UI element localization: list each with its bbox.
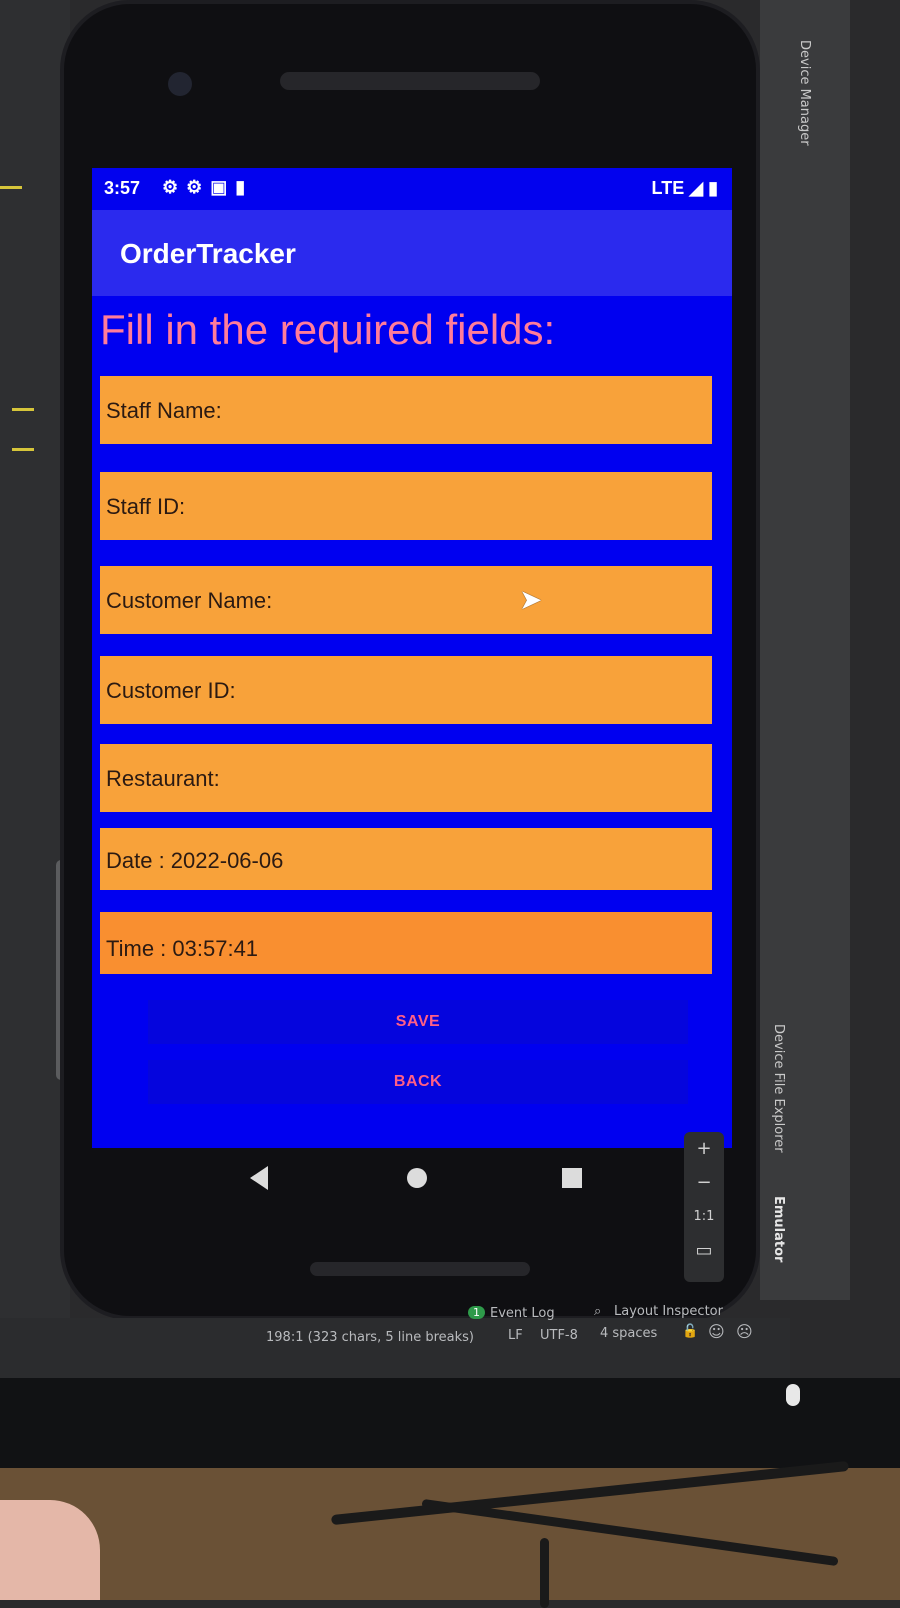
signal-icon: ◢ xyxy=(689,178,704,198)
nav-back-icon[interactable] xyxy=(250,1166,268,1190)
staff-name-field[interactable]: Staff Name: xyxy=(100,376,712,444)
gutter-marker xyxy=(12,408,34,411)
desk-surface xyxy=(0,1460,900,1608)
network-type: LTE xyxy=(651,178,685,198)
device-manager-tab[interactable]: Device Manager xyxy=(797,40,812,146)
zoom-in-button[interactable]: + xyxy=(684,1132,724,1166)
front-camera xyxy=(168,72,192,96)
file-encoding[interactable]: UTF-8 xyxy=(540,1328,578,1343)
status-time: 3:57 xyxy=(104,178,141,198)
hand xyxy=(0,1500,100,1600)
app-bar: OrderTracker xyxy=(92,210,732,296)
android-nav-bar xyxy=(92,1148,732,1218)
customer-name-field[interactable]: Customer Name: xyxy=(100,566,712,634)
status-icons: ⚙⚙▣▮ xyxy=(162,177,253,198)
indent-setting[interactable]: 4 spaces xyxy=(600,1326,657,1341)
app-title: OrderTracker xyxy=(120,238,296,269)
device-manager-label: Device Manager xyxy=(797,40,812,146)
layout-inspector-icon: ⌕ xyxy=(594,1304,602,1319)
line-ending[interactable]: LF xyxy=(508,1328,523,1343)
cable xyxy=(330,1460,850,1526)
event-log-button[interactable]: Event Log xyxy=(490,1306,555,1321)
android-status-bar: 3:57 ⚙⚙▣▮ LTE ◢ ▮ xyxy=(92,168,732,210)
event-log-badge: 1 xyxy=(468,1306,485,1319)
field-label: Restaurant: xyxy=(106,766,220,791)
emulator-label: Emulator xyxy=(771,1196,786,1263)
customer-id-field[interactable]: Customer ID: xyxy=(100,656,712,724)
cable xyxy=(540,1538,549,1608)
cursor-position[interactable]: 198:1 (323 chars, 5 line breaks) xyxy=(266,1330,474,1345)
app-screen: 3:57 ⚙⚙▣▮ LTE ◢ ▮ OrderTracker Fill in t… xyxy=(92,168,732,1148)
notification-icon: ▣ xyxy=(210,177,236,197)
field-label: Staff Name: xyxy=(106,398,222,423)
status-right: LTE ◢ ▮ xyxy=(652,178,718,199)
field-label: Time : 03:57:41 xyxy=(106,936,259,961)
zoom-out-button[interactable]: − xyxy=(684,1166,724,1200)
nav-home-icon[interactable] xyxy=(407,1168,427,1188)
restaurant-field[interactable]: Restaurant: xyxy=(100,744,712,812)
ide-side-panel: Device Manager Device File Explorer Emul… xyxy=(760,0,850,1300)
bottom-speaker xyxy=(310,1262,530,1276)
layout-inspector-button[interactable]: Layout Inspector xyxy=(614,1304,723,1319)
zoom-actual-size-button[interactable]: 1:1 xyxy=(684,1200,724,1234)
monitor-bezel xyxy=(0,1378,900,1468)
gear-icon: ⚙ xyxy=(162,177,187,197)
gear-icon: ⚙ xyxy=(186,177,211,197)
frown-icon[interactable]: ☹ xyxy=(736,1322,753,1341)
sd-card-icon: ▮ xyxy=(235,177,254,197)
staff-id-field[interactable]: Staff ID: xyxy=(100,472,712,540)
battery-icon: ▮ xyxy=(708,178,718,198)
device-file-explorer-label: Device File Explorer xyxy=(771,1024,786,1153)
lock-icon[interactable]: 🔓 xyxy=(682,1324,698,1339)
time-field[interactable]: Time : 03:57:41 xyxy=(100,912,712,974)
field-label: Customer ID: xyxy=(106,678,236,703)
form-heading: Fill in the required fields: xyxy=(100,306,556,353)
emulator-tab[interactable]: Emulator xyxy=(771,1196,786,1262)
power-led xyxy=(786,1384,800,1406)
device-file-explorer-tab[interactable]: Device File Explorer xyxy=(771,1024,786,1153)
ide-status-bar: 1 Event Log ⌕ Layout Inspector 198:1 (32… xyxy=(0,1304,790,1378)
earpiece-speaker xyxy=(280,72,540,90)
back-button[interactable]: BACK xyxy=(148,1060,688,1104)
nav-recents-icon[interactable] xyxy=(562,1168,582,1188)
smiley-icon[interactable]: ☺ xyxy=(708,1322,725,1341)
gutter-marker xyxy=(12,448,34,451)
save-button[interactable]: SAVE xyxy=(148,1000,688,1044)
field-label: Date : 2022-06-06 xyxy=(106,848,284,873)
emulator-zoom-toolbar: + − 1:1 ▭ xyxy=(684,1132,724,1282)
field-label: Customer Name: xyxy=(106,588,273,613)
field-label: Staff ID: xyxy=(106,494,186,519)
cable xyxy=(421,1498,839,1567)
zoom-fit-button[interactable]: ▭ xyxy=(684,1234,724,1268)
date-field[interactable]: Date : 2022-06-06 xyxy=(100,828,712,890)
gutter-marker xyxy=(0,186,22,189)
mouse-cursor-icon: ➤ xyxy=(519,584,543,615)
